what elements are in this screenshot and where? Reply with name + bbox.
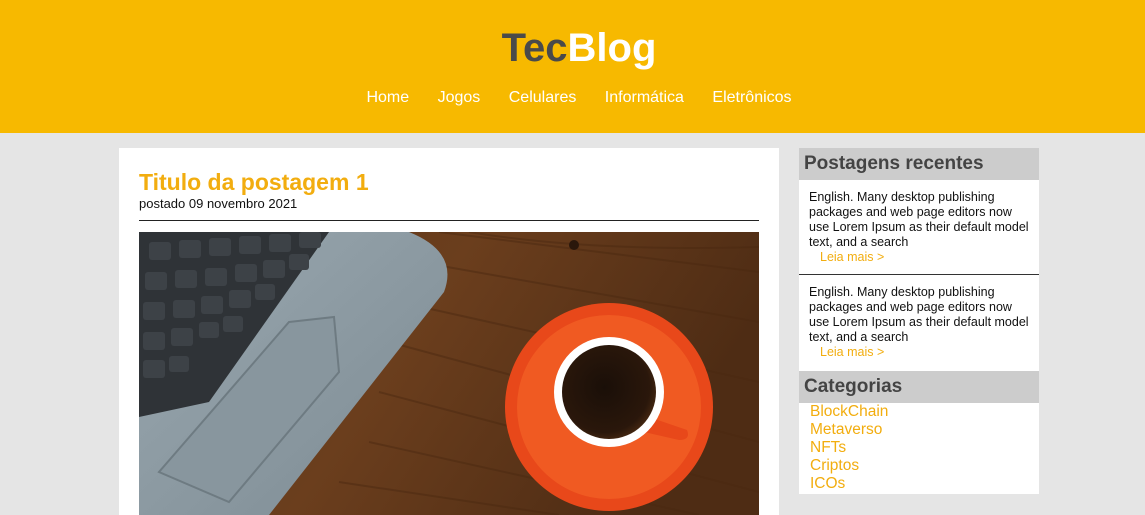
recent-post-item: English. Many desktop publishing package… (799, 180, 1039, 275)
post-image[interactable] (139, 232, 759, 515)
categories-heading: Categorias (799, 371, 1039, 403)
site-header: TecBlog Home Jogos Celulares Informática… (0, 0, 1145, 133)
site-logo[interactable]: TecBlog (0, 24, 1145, 72)
main-nav: Home Jogos Celulares Informática Eletrôn… (0, 88, 1145, 108)
categories-list: BlockChain Metaverso NFTs Criptos ICOs (799, 403, 1039, 494)
read-more-link[interactable]: Leia mais > (809, 250, 1029, 265)
category-nfts[interactable]: NFTs (810, 439, 1039, 457)
wood-knot (569, 240, 579, 250)
category-icos[interactable]: ICOs (810, 475, 1039, 493)
nav-eletronicos[interactable]: Eletrônicos (712, 89, 791, 106)
recent-post-excerpt: English. Many desktop publishing package… (809, 190, 1029, 249)
nav-celulares[interactable]: Celulares (509, 89, 577, 106)
category-metaverso[interactable]: Metaverso (810, 421, 1039, 439)
nav-jogos[interactable]: Jogos (438, 89, 481, 106)
recent-post-excerpt: English. Many desktop publishing package… (809, 285, 1029, 344)
post-date: postado 09 novembro 2021 (139, 196, 298, 211)
sidebar: Postagens recentes English. Many desktop… (799, 148, 1039, 494)
category-criptos[interactable]: Criptos (810, 457, 1039, 475)
recent-posts-heading: Postagens recentes (799, 148, 1039, 180)
coffee-cup-icon (505, 303, 713, 511)
post-divider (139, 220, 759, 221)
category-blockchain[interactable]: BlockChain (810, 403, 1039, 421)
recent-post-item: English. Many desktop publishing package… (799, 275, 1039, 371)
nav-informatica[interactable]: Informática (605, 89, 684, 106)
post-card: Titulo da postagem 1 postado 09 novembro… (119, 148, 779, 515)
nav-home[interactable]: Home (366, 89, 409, 106)
logo-tec: Tec (501, 26, 568, 70)
logo-blog: Blog (567, 26, 657, 70)
read-more-link[interactable]: Leia mais > (809, 345, 1029, 360)
post-title[interactable]: Titulo da postagem 1 (139, 169, 369, 195)
